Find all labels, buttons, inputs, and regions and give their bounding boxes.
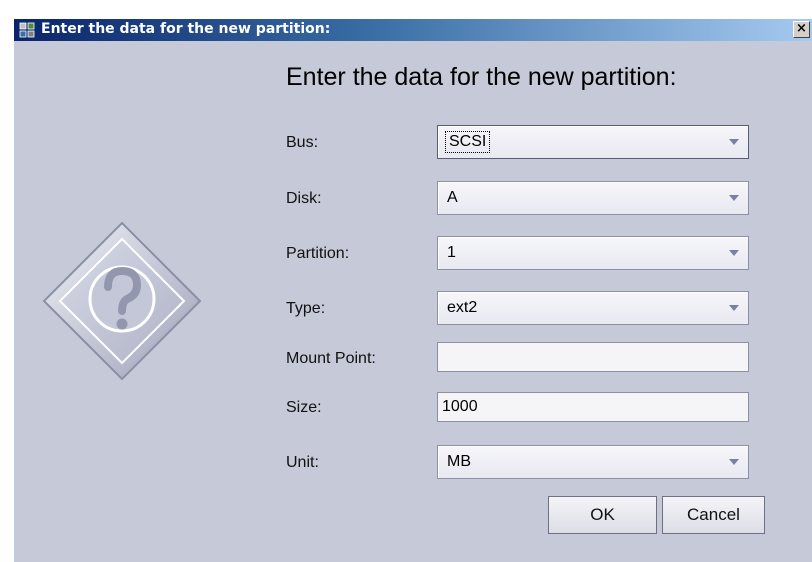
close-button[interactable]: ×	[793, 21, 810, 38]
dialog-body: Enter the data for the new partition: Bu…	[14, 41, 812, 562]
bus-value: SCSI	[444, 131, 491, 153]
chevron-down-icon	[729, 195, 739, 201]
ok-button[interactable]: OK	[548, 496, 657, 534]
partition-label: Partition:	[286, 245, 350, 262]
window-title: Enter the data for the new partition:	[41, 21, 331, 37]
mount-point-input[interactable]	[437, 342, 749, 372]
chevron-down-icon	[729, 250, 739, 256]
type-label: Type:	[286, 300, 326, 317]
question-diamond-icon	[42, 221, 202, 381]
partition-select[interactable]: 1	[437, 236, 749, 270]
size-value: 1000	[442, 398, 478, 415]
partition-value: 1	[447, 244, 456, 261]
unit-label: Unit:	[286, 454, 319, 471]
chevron-down-icon	[729, 139, 739, 145]
type-value: ext2	[447, 299, 478, 316]
disk-label: Disk:	[286, 190, 322, 207]
bus-label: Bus:	[286, 134, 319, 151]
type-select[interactable]: ext2	[437, 291, 749, 325]
cancel-button[interactable]: Cancel	[662, 496, 765, 534]
chevron-down-icon	[729, 305, 739, 311]
disk-select[interactable]: A	[437, 181, 749, 215]
disk-value: A	[447, 189, 458, 206]
dialog-heading: Enter the data for the new partition:	[286, 63, 677, 91]
dialog-window: Enter the data for the new partition: × …	[0, 0, 812, 562]
title-bar[interactable]: Enter the data for the new partition: ×	[14, 19, 812, 41]
partition-app-icon	[19, 22, 35, 38]
unit-select[interactable]: MB	[437, 445, 749, 479]
size-label: Size:	[286, 399, 322, 416]
bus-select[interactable]: SCSI	[437, 125, 749, 159]
mount-point-label: Mount Point:	[286, 350, 376, 367]
chevron-down-icon	[729, 459, 739, 465]
unit-value: MB	[447, 453, 471, 470]
size-input[interactable]: 1000	[437, 392, 749, 422]
